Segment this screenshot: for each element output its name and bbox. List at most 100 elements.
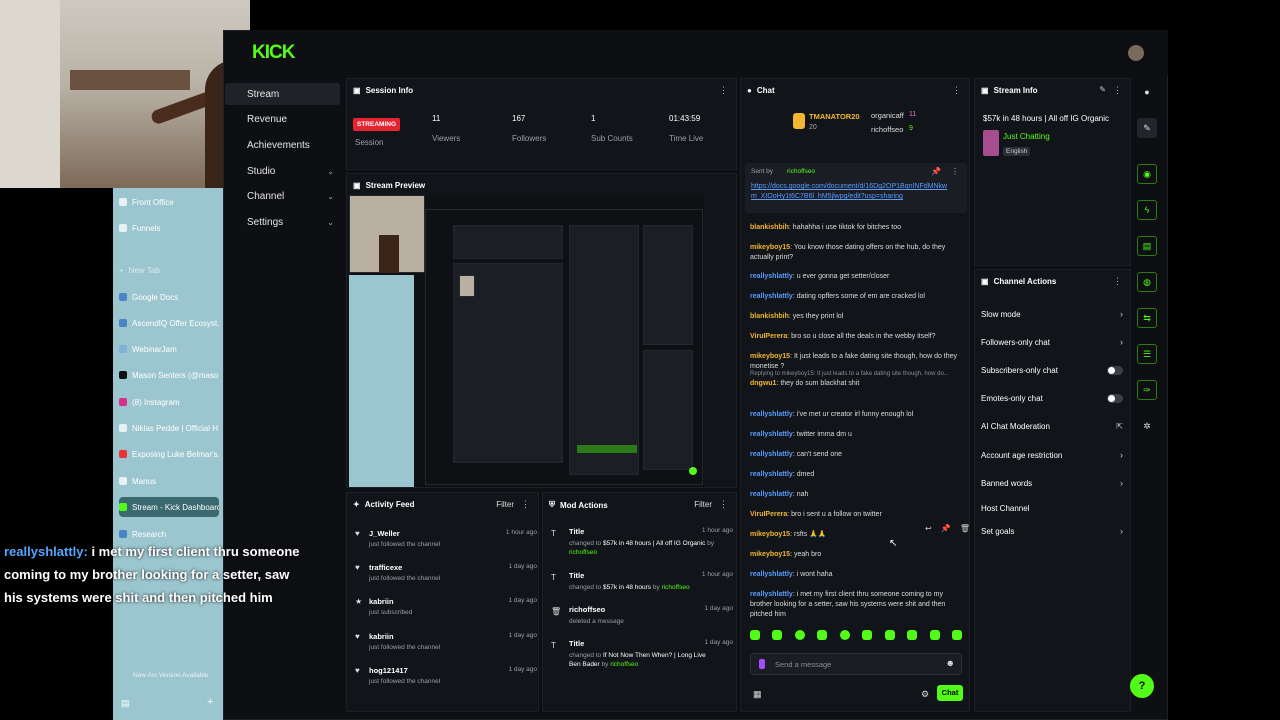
chat-username[interactable]: reallyshlattly (750, 431, 793, 438)
wrench-icon[interactable]: ✑ (1137, 380, 1157, 400)
chat-username[interactable]: reallyshlattly (750, 293, 793, 300)
action-banned-words[interactable]: Banned words › (981, 472, 1123, 494)
chat-username[interactable]: blankishbih (750, 313, 789, 320)
chat-message[interactable]: dngwu1: they do sum blackhat shit (750, 379, 965, 389)
top-gifter-3[interactable]: richoffseo (871, 125, 903, 134)
arc-tab-google-docs[interactable]: Google Docs (119, 287, 219, 307)
pencil-icon[interactable]: ✎ (1137, 118, 1157, 138)
emote-icon[interactable] (839, 630, 850, 640)
chat-input[interactable]: Send a message ☻ (750, 653, 962, 675)
mod-filter-button[interactable]: Filter (694, 500, 712, 509)
chat-message[interactable]: mikeyboy15: You know those dating offers… (750, 243, 965, 263)
chat-username[interactable]: mikeyboy15 (750, 551, 790, 558)
emotes-only-toggle[interactable] (1107, 393, 1123, 403)
chat-message[interactable]: reallyshlattly: i met my first client th… (750, 590, 965, 620)
chat-username[interactable]: blankishbih (750, 224, 789, 231)
arc-update-notice[interactable]: New Arc Version Available (133, 672, 208, 679)
arc-tab-funnels[interactable]: Funnels (119, 218, 219, 238)
emote-icon[interactable] (884, 630, 895, 640)
chat-message[interactable]: mikeyboy15: yeah bro (750, 550, 965, 560)
pin-link[interactable]: https://docs.google.com/document/d/16Dg2… (751, 182, 951, 202)
chat-send-button[interactable]: Chat (937, 685, 963, 701)
emote-icon[interactable] (907, 630, 918, 640)
arc-tab-manus[interactable]: Manus (119, 471, 219, 491)
chat-message[interactable]: reallyshlattly: dmed (750, 470, 965, 480)
list-icon[interactable]: ☰ (1137, 344, 1157, 364)
emote-icon[interactable] (772, 630, 783, 640)
more-options-icon[interactable]: ⋮ (1113, 276, 1122, 287)
pin-icon[interactable]: 📌 (931, 167, 941, 176)
more-options-icon[interactable]: ⋮ (1113, 85, 1122, 96)
action-emotes-only[interactable]: Emotes-only chat (981, 387, 1123, 409)
chat-username[interactable]: mikeyboy15 (750, 353, 790, 360)
nav-revenue[interactable]: Revenue (225, 108, 340, 130)
top-gifter-2[interactable]: organicaff (871, 111, 904, 120)
chat-username[interactable]: reallyshlattly (750, 273, 793, 280)
reply-icon[interactable]: ↩ (925, 524, 932, 536)
action-account-age[interactable]: Account age restriction › (981, 444, 1123, 466)
more-options-icon[interactable]: ⋮ (951, 167, 959, 176)
arc-tab-instagram[interactable]: (8) Instagram (119, 392, 219, 412)
chat-username[interactable]: mikeyboy15 (750, 531, 790, 538)
chat-message[interactable]: reallyshlattly: can't send one (750, 450, 965, 460)
chat-message[interactable]: ViruIPerera: bro i sent u a follow on tw… (750, 510, 965, 520)
chat-username[interactable]: reallyshlattly (750, 411, 793, 418)
chat-username[interactable]: mikeyboy15 (750, 244, 790, 251)
lightning-icon[interactable]: ϟ (1137, 200, 1157, 220)
chat-username[interactable]: reallyshlattly (750, 451, 793, 458)
arc-tab-niklas[interactable]: Niklas Pedde | Official H... (119, 418, 219, 438)
info-icon[interactable]: ● (1137, 82, 1157, 102)
chat-username[interactable]: reallyshlattly (750, 591, 793, 598)
chat-message[interactable]: blankishbih: yes they print lol (750, 312, 965, 322)
action-ai-moderation[interactable]: AI Chat Moderation ⇱ (981, 415, 1123, 437)
settings-icon[interactable]: ✲ (1137, 416, 1157, 436)
pin-icon[interactable]: 📌 (941, 524, 951, 536)
arc-tab-x[interactable]: Mason Senters (@maso... (119, 365, 219, 385)
archive-icon[interactable]: ▤ (121, 698, 130, 709)
emote-icon[interactable] (862, 630, 873, 640)
chat-message[interactable]: reallyshlattly: i've met ur creator irl … (750, 410, 965, 420)
nav-stream[interactable]: Stream (225, 83, 340, 105)
stream-preview-video[interactable] (349, 195, 704, 487)
chat-message[interactable]: reallyshlattly: i wont haha (750, 570, 965, 580)
document-icon[interactable]: ▤ (1137, 236, 1157, 256)
edit-icon[interactable]: ✎ (1099, 85, 1106, 94)
action-slow-mode[interactable]: Slow mode › (981, 303, 1123, 325)
chat-username[interactable]: reallyshlattly (750, 571, 793, 578)
store-icon[interactable]: ▦ (753, 689, 762, 700)
more-options-icon[interactable]: ⋮ (952, 85, 961, 96)
chat-username[interactable]: reallyshlattly (750, 471, 793, 478)
action-host-channel[interactable]: Host Channel (981, 497, 1123, 519)
arc-tab-kick-dashboard[interactable]: Stream - Kick Dashboard (119, 497, 219, 517)
emoji-icon[interactable]: ☻ (946, 658, 955, 668)
action-subscribers-only[interactable]: Subscribers-only chat (981, 359, 1123, 381)
gear-icon[interactable]: ⚙ (921, 689, 929, 700)
kick-logo[interactable]: KICK (252, 42, 295, 64)
emote-icon[interactable] (750, 630, 760, 640)
pinned-message[interactable]: Sent by richoffseo 📌 ⋮ https://docs.goog… (745, 163, 967, 213)
new-tab-plus-icon[interactable]: + (207, 696, 213, 708)
arc-tab-webinarjam[interactable]: WebinarJam (119, 339, 219, 359)
camera-icon[interactable]: ◉ (1137, 164, 1157, 184)
nav-studio[interactable]: Studio ⌄ (225, 160, 340, 182)
subscribers-only-toggle[interactable] (1107, 365, 1123, 375)
more-options-icon[interactable]: ⋮ (719, 499, 728, 510)
chat-message[interactable]: reallyshlattly: u ever gonna get setter/… (750, 272, 965, 282)
split-icon[interactable]: ⇆ (1137, 308, 1157, 328)
chat-username[interactable]: ViruIPerera (750, 511, 787, 518)
more-options-icon[interactable]: ⋮ (719, 85, 728, 96)
action-set-goals[interactable]: Set goals › (981, 520, 1123, 542)
emote-icon[interactable] (929, 630, 940, 640)
chat-username[interactable]: dngwu1 (750, 380, 776, 387)
chat-username[interactable]: reallyshlattly (750, 491, 793, 498)
chat-bubble-icon[interactable]: ◍ (1137, 272, 1157, 292)
arc-tab-ascendiq[interactable]: AscendIQ Offer Ecosyst... (119, 313, 219, 333)
top-gifter-1[interactable]: TMANATOR20 (809, 112, 860, 121)
delete-icon[interactable]: 🗑 (960, 524, 970, 536)
arc-tab-front-office[interactable]: Front Office (119, 192, 219, 212)
help-button[interactable]: ? (1130, 674, 1154, 698)
nav-channel[interactable]: Channel ⌄ (225, 185, 340, 207)
more-options-icon[interactable]: ⋮ (521, 499, 530, 510)
arc-new-tab[interactable]: + New Tab (119, 260, 219, 280)
user-avatar[interactable] (1128, 45, 1144, 61)
